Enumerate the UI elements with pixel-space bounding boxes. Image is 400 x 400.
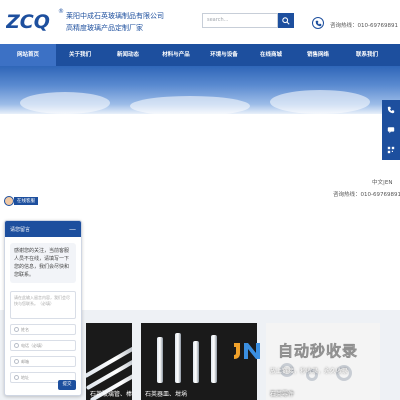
phone-icon bbox=[14, 343, 19, 348]
chat-header: 请您留言 — bbox=[5, 221, 81, 237]
float-phone-button[interactable] bbox=[382, 100, 400, 120]
chat-message: 感谢您的关注，当前客服人员不在线，请填写一下您的信息，我们会尽快和您联系。 bbox=[10, 243, 76, 283]
float-wechat-button[interactable] bbox=[382, 140, 400, 160]
chat-title: 请您留言 bbox=[10, 226, 31, 233]
nav-item-about[interactable]: 关于我们 bbox=[56, 44, 104, 66]
cloud-shape bbox=[20, 92, 110, 114]
product-tube bbox=[175, 333, 181, 383]
product-label: 石英玻璃管、棒 bbox=[90, 391, 132, 398]
nav-item-equipment[interactable]: 环境与设备 bbox=[200, 44, 248, 66]
hotline-text: 咨询热线：010-69769891 bbox=[330, 23, 398, 29]
float-message-button[interactable] bbox=[382, 120, 400, 140]
watermark-logo bbox=[234, 343, 260, 359]
company-name: 莱阳中成石英玻璃制品有限公司 bbox=[66, 12, 164, 20]
product-label: 石英零件 bbox=[270, 391, 295, 398]
mail-icon bbox=[14, 359, 19, 364]
service-avatar[interactable] bbox=[4, 196, 14, 206]
nav-item-contact[interactable]: 联系我们 bbox=[342, 44, 392, 66]
company-tagline: 高精度玻璃产品定制厂家 bbox=[66, 24, 143, 32]
watermark-title: 自动秒收录 bbox=[278, 342, 359, 361]
search-button[interactable] bbox=[278, 13, 294, 28]
email-placeholder: 邮箱 bbox=[21, 358, 29, 364]
cloud-shape bbox=[130, 96, 250, 114]
hotline-secondary: 咨询热线：010-69769891 bbox=[333, 192, 400, 198]
nav-item-shop[interactable]: 在线商城 bbox=[248, 44, 294, 66]
nav-item-home[interactable]: 网站首页 bbox=[0, 44, 56, 66]
user-icon bbox=[14, 327, 19, 332]
phone-icon bbox=[387, 106, 395, 114]
product-tube bbox=[193, 341, 199, 383]
nav-item-products[interactable]: 材料与产品 bbox=[152, 44, 200, 66]
nav-item-sales-network[interactable]: 销售网络 bbox=[294, 44, 342, 66]
svg-text:ZCQ: ZCQ bbox=[6, 11, 50, 31]
email-field[interactable]: 邮箱 bbox=[10, 356, 76, 367]
phone-icon bbox=[312, 17, 324, 29]
name-field[interactable]: 姓名 bbox=[10, 324, 76, 335]
registered-mark: ® bbox=[58, 8, 64, 15]
address-placeholder: 地址 bbox=[21, 374, 29, 380]
product-label: 石英器皿、坩埚 bbox=[145, 391, 188, 398]
product-tube bbox=[211, 335, 217, 383]
submit-button[interactable]: 提交 bbox=[58, 380, 76, 390]
search-icon bbox=[282, 16, 290, 25]
site-header: ZCQ ® 莱阳中成石英玻璃制品有限公司 高精度玻璃产品定制厂家 search.… bbox=[0, 0, 400, 44]
page: ZCQ ® 莱阳中成石英玻璃制品有限公司 高精度玻璃产品定制厂家 search.… bbox=[0, 0, 400, 400]
hero-banner bbox=[0, 66, 400, 114]
language-switch[interactable]: 中文|EN bbox=[372, 178, 392, 186]
name-placeholder: 姓名 bbox=[21, 326, 29, 332]
message-textarea[interactable]: 请在此输入留言内容，我们会尽快与您联系。（必填） bbox=[10, 291, 76, 319]
minimize-button[interactable]: — bbox=[69, 225, 76, 233]
location-icon bbox=[14, 375, 19, 380]
product-card[interactable]: 石英器皿、坩埚 bbox=[141, 323, 257, 400]
main-nav: 网站首页 关于我们 新闻动态 材料与产品 环境与设备 在线商城 销售网络 联系我… bbox=[0, 44, 400, 66]
watermark-slogan: 放上链接，秒收录，永久收录 bbox=[270, 368, 349, 375]
product-card[interactable]: 石英玻璃管、棒 bbox=[86, 323, 132, 400]
phone-placeholder: 电话（必填） bbox=[21, 342, 45, 348]
product-tube bbox=[157, 337, 163, 383]
online-service-tag[interactable]: 在线客服 bbox=[14, 197, 38, 205]
cloud-shape bbox=[270, 90, 370, 114]
chat-widget: 请您留言 — 感谢您的关注，当前客服人员不在线，请填写一下您的信息，我们会尽快和… bbox=[4, 220, 82, 396]
company-logo[interactable]: ZCQ bbox=[6, 11, 58, 31]
product-card[interactable]: 石英零件 bbox=[266, 323, 380, 400]
message-icon bbox=[387, 127, 395, 134]
floating-toolbar bbox=[382, 100, 400, 160]
phone-field[interactable]: 电话（必填） bbox=[10, 340, 76, 351]
search-input[interactable]: search... bbox=[202, 13, 278, 28]
nav-item-news[interactable]: 新闻动态 bbox=[104, 44, 152, 66]
qrcode-icon bbox=[387, 146, 395, 154]
